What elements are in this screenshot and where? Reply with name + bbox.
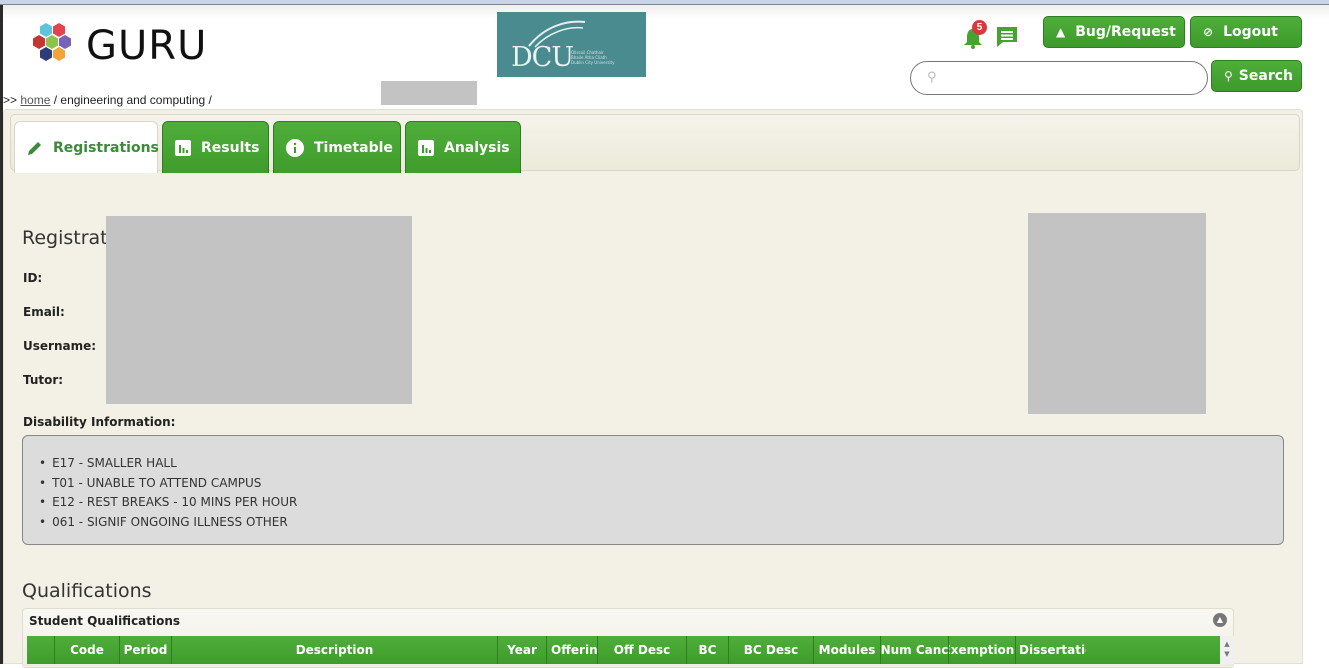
disability-item: E12 - REST BREAKS - 10 MINS PER HOUR — [39, 493, 1283, 513]
disability-item: T01 - UNABLE TO ATTEND CAMPUS — [39, 474, 1283, 494]
username-label: Username: — [23, 339, 97, 353]
logout-button[interactable]: ⊘ Logout — [1190, 16, 1302, 48]
column-header-num-canc[interactable]: Num Canc — [881, 636, 949, 664]
tab-label: Analysis — [444, 139, 510, 156]
column-header-modules[interactable]: Modules — [814, 636, 881, 664]
qualifications-heading: Qualifications — [22, 580, 152, 602]
search-button-label: Search — [1238, 68, 1293, 84]
chat-icon[interactable] — [995, 25, 1019, 49]
registration-heading: Registrat — [22, 227, 108, 249]
column-header-bc-desc[interactable]: BC Desc — [729, 636, 814, 664]
bug-request-label: Bug/Request — [1075, 24, 1176, 40]
content-panel: Registrations Results Timetable Analysis… — [3, 109, 1303, 668]
warning-icon: ▲ — [1056, 25, 1066, 39]
guru-logo[interactable]: GURU — [30, 21, 207, 71]
column-header-year[interactable]: Year — [498, 636, 547, 664]
page-header: GURU DCU Ollscoil Chathair Bhaile Átha C… — [3, 5, 1329, 109]
tutor-label: Tutor: — [23, 373, 64, 387]
search-button-icon: ⚲ — [1224, 69, 1233, 83]
grid-title: Student Qualifications — [29, 614, 181, 628]
collapse-grid-icon[interactable]: ▲ — [1213, 613, 1227, 627]
student-qualifications-grid: Student Qualifications ▲ Code Period Des… — [22, 608, 1234, 668]
tab-label: Timetable — [314, 139, 393, 156]
grid-scrollbar[interactable]: ▲ ▼ — [1220, 636, 1234, 664]
tab-label: Registrations — [53, 139, 159, 156]
info-icon — [286, 138, 304, 157]
column-header-dissertation[interactable]: Dissertation — [1016, 636, 1086, 664]
column-header-exemptions[interactable]: Exemptions — [949, 636, 1016, 664]
dcu-letters: DCU — [511, 42, 574, 73]
bar-chart-icon — [418, 139, 434, 156]
column-header-offering[interactable]: Offering — [547, 636, 598, 664]
column-header-select[interactable] — [27, 636, 55, 664]
disability-list: E17 - SMALLER HALL T01 - UNABLE TO ATTEN… — [23, 436, 1283, 532]
bug-request-button[interactable]: ▲ Bug/Request — [1043, 16, 1185, 48]
tab-results[interactable]: Results — [162, 121, 269, 173]
breadcrumb-path: / engineering and computing / — [50, 93, 212, 107]
dcu-logo: DCU Ollscoil Chathair Bhaile Átha Cliath… — [497, 12, 646, 77]
search-button[interactable]: ⚲ Search — [1211, 60, 1302, 92]
pencil-icon — [27, 140, 43, 156]
dcu-subtitle: Ollscoil Chathair Bhaile Átha Cliath Dub… — [571, 50, 631, 65]
ban-icon: ⊘ — [1203, 25, 1214, 39]
tab-registrations[interactable]: Registrations — [14, 121, 159, 173]
bar-chart-icon — [175, 139, 191, 156]
search-input[interactable] — [947, 68, 1197, 88]
hexagon-cluster-logo-icon — [33, 23, 71, 61]
tab-analysis[interactable]: Analysis — [405, 121, 521, 173]
logout-label: Logout — [1223, 24, 1278, 40]
redacted-block — [381, 81, 477, 105]
breadcrumb-home-link[interactable]: home — [20, 93, 50, 107]
column-header-period[interactable]: Period — [120, 636, 172, 664]
search-icon: ⚲ — [927, 70, 937, 85]
disability-info-box: E17 - SMALLER HALL T01 - UNABLE TO ATTEN… — [22, 435, 1284, 545]
dcu-subtitle-line: Dublin City University — [571, 60, 615, 65]
breadcrumb: >> home / engineering and computing / — [3, 93, 212, 107]
redacted-student-details — [106, 216, 412, 404]
redacted-student-photo — [1028, 213, 1206, 414]
grid-header-row: Code Period Description Year Offering Of… — [27, 636, 1234, 664]
disability-label: Disability Information: — [23, 415, 176, 429]
tab-label: Results — [201, 139, 260, 156]
disability-item: E17 - SMALLER HALL — [39, 454, 1283, 474]
logo-text: GURU — [86, 23, 208, 69]
notification-count-badge: 5 — [972, 20, 987, 35]
email-label: Email: — [23, 305, 65, 319]
search-field[interactable]: ⚲ — [910, 61, 1208, 95]
tab-timetable[interactable]: Timetable — [273, 121, 401, 173]
disability-item: 061 - SIGNIF ONGOING ILLNESS OTHER — [39, 513, 1283, 533]
column-header-bc[interactable]: BC — [687, 636, 729, 664]
tab-bar: Registrations Results Timetable Analysis — [10, 114, 1300, 173]
column-header-code[interactable]: Code — [55, 636, 120, 664]
breadcrumb-prefix: >> — [3, 93, 18, 107]
column-header-description[interactable]: Description — [172, 636, 498, 664]
id-label: ID: — [23, 271, 43, 285]
column-header-off-desc[interactable]: Off Desc — [598, 636, 687, 664]
